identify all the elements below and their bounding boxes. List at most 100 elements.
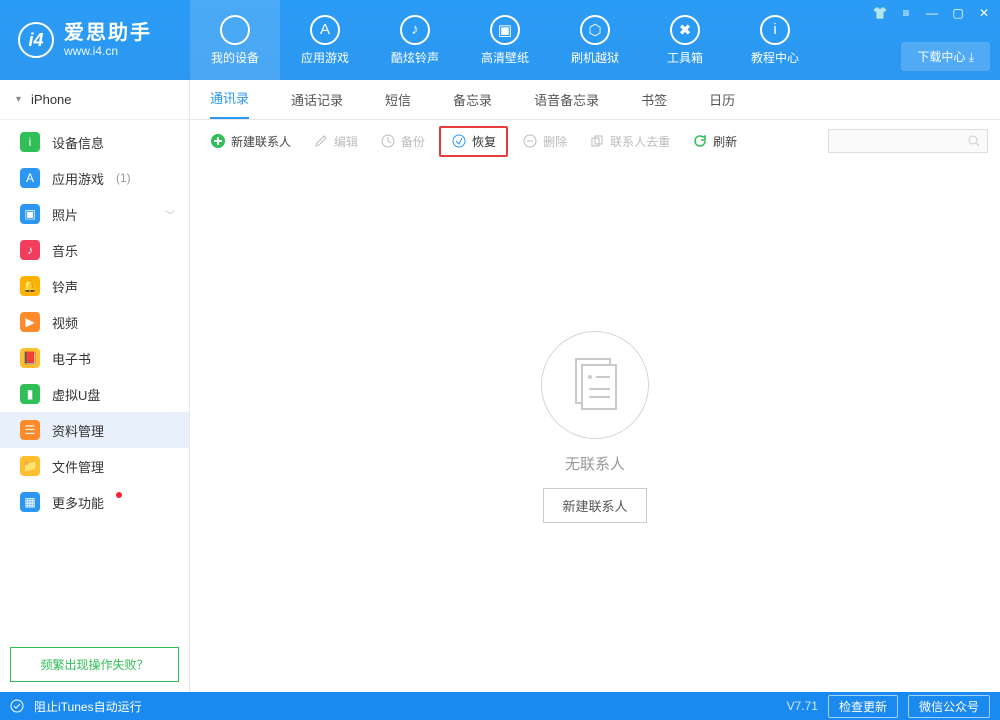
edit-button[interactable]: 编辑	[305, 129, 366, 154]
plus-icon	[210, 133, 226, 149]
sidebar-item-icon: 📁	[20, 456, 40, 476]
sidebar-item-icon: ▦	[20, 492, 40, 512]
top-tab-label: 应用游戏	[301, 49, 349, 66]
sidebar-item-label: 铃声	[52, 277, 78, 296]
edit-label: 编辑	[334, 133, 358, 150]
sidebar-item-label: 视频	[52, 313, 78, 332]
top-tab-3[interactable]: ▣高清壁纸	[460, 0, 550, 80]
sidebar-item-7[interactable]: ▮虚拟U盘	[0, 376, 189, 412]
empty-message: 无联系人	[565, 453, 625, 474]
sidebar-item-2[interactable]: ▣ 照片 ﹀	[0, 196, 189, 232]
app-url: www.i4.cn	[64, 44, 152, 58]
top-tab-icon	[220, 15, 250, 45]
sidebar-item-3[interactable]: ♪音乐	[0, 232, 189, 268]
sidebar-item-label: 资料管理	[52, 421, 104, 440]
wechat-button[interactable]: 微信公众号	[908, 695, 990, 718]
sidebar-item-label: 照片	[52, 205, 78, 224]
sidebar-item-icon: ☰	[20, 420, 40, 440]
top-tab-5[interactable]: ✖ 工具箱	[640, 0, 730, 80]
sidebar-item-6[interactable]: 📕 电子书	[0, 340, 189, 376]
subtab-2[interactable]: 短信	[385, 90, 411, 119]
restore-label: 恢复	[472, 133, 496, 150]
delete-button[interactable]: 删除	[514, 129, 575, 154]
sidebar-item-label: 电子书	[52, 349, 91, 368]
search-input[interactable]	[828, 129, 988, 153]
sidebar-item-10[interactable]: ▦ 更多功能	[0, 484, 189, 520]
device-selector[interactable]: iPhone	[0, 80, 189, 120]
sidebar-item-label: 音乐	[52, 241, 78, 260]
empty-contacts-icon	[541, 331, 649, 439]
logo-icon: i4	[18, 22, 54, 58]
new-contact-label: 新建联系人	[231, 133, 291, 150]
delete-label: 删除	[543, 133, 567, 150]
minimize-button[interactable]: —	[922, 4, 942, 22]
search-icon	[967, 134, 981, 148]
help-link[interactable]: 频繁出现操作失败？	[10, 647, 179, 682]
subtab-5[interactable]: 书签	[641, 90, 667, 119]
top-tab-icon: ⬡	[580, 15, 610, 45]
backup-label: 备份	[401, 133, 425, 150]
top-tab-1[interactable]: A 应用游戏	[280, 0, 370, 80]
dedup-button[interactable]: 联系人去重	[581, 129, 678, 154]
sidebar-item-icon: ▣	[20, 204, 40, 224]
sidebar-item-0[interactable]: i 设备信息	[0, 124, 189, 160]
subtab-3[interactable]: 备忘录	[453, 90, 492, 119]
sidebar-item-label: 虚拟U盘	[52, 385, 100, 404]
sidebar-item-icon: 📕	[20, 348, 40, 368]
sidebar-item-icon: ▶	[20, 312, 40, 332]
sidebar-item-4[interactable]: 🔔 铃声	[0, 268, 189, 304]
sidebar-item-label: 应用游戏	[52, 169, 104, 188]
backup-button[interactable]: 备份	[372, 129, 433, 154]
delete-icon	[522, 133, 538, 149]
top-tab-icon: i	[760, 15, 790, 45]
app-title: 爱思助手	[64, 22, 152, 44]
top-tab-6[interactable]: i教程中心	[730, 0, 820, 80]
download-center-button[interactable]: 下载中心 ⤓	[901, 42, 990, 71]
restore-icon	[451, 133, 467, 149]
dedup-icon	[589, 133, 605, 149]
sidebar-item-icon: A	[20, 168, 40, 188]
version-label: V7.71	[787, 699, 818, 713]
subtab-0[interactable]: 通讯录	[210, 88, 249, 119]
subtab-6[interactable]: 日历	[709, 90, 735, 119]
top-tab-label: 工具箱	[667, 49, 703, 66]
close-button[interactable]: ✕	[974, 4, 994, 22]
new-contact-button[interactable]: 新建联系人	[202, 129, 299, 154]
top-tab-label: 酷炫铃声	[391, 49, 439, 66]
sidebar-item-1[interactable]: A 应用游戏 (1)	[0, 160, 189, 196]
sidebar-item-label: 设备信息	[52, 133, 104, 152]
empty-new-contact-button[interactable]: 新建联系人	[543, 488, 646, 523]
check-update-button[interactable]: 检查更新	[828, 695, 898, 718]
restore-button[interactable]: 恢复	[439, 126, 508, 157]
refresh-label: 刷新	[713, 133, 737, 150]
sidebar-item-8[interactable]: ☰ 资料管理	[0, 412, 189, 448]
skin-button[interactable]: 👕	[870, 4, 890, 22]
pencil-icon	[313, 133, 329, 149]
backup-icon	[380, 133, 396, 149]
refresh-button[interactable]: 刷新	[684, 129, 745, 154]
chevron-down-icon: ﹀	[165, 207, 175, 222]
logo: i4 爱思助手 www.i4.cn	[0, 22, 190, 58]
check-icon	[10, 699, 24, 713]
dedup-label: 联系人去重	[610, 133, 670, 150]
subtab-4[interactable]: 语音备忘录	[534, 90, 599, 119]
top-tab-icon: ▣	[490, 15, 520, 45]
subtab-1[interactable]: 通话记录	[291, 90, 343, 119]
top-tab-icon: A	[310, 15, 340, 45]
top-tab-0[interactable]: 我的设备	[190, 0, 280, 80]
sidebar-item-icon: 🔔	[20, 276, 40, 296]
top-tab-label: 我的设备	[211, 49, 259, 66]
sidebar-item-label: 更多功能	[52, 493, 104, 512]
maximize-button[interactable]: ▢	[948, 4, 968, 22]
menu-button[interactable]: ≡	[896, 4, 916, 22]
sidebar-item-icon: i	[20, 132, 40, 152]
top-tab-4[interactable]: ⬡刷机越狱	[550, 0, 640, 80]
itunes-toggle[interactable]: 阻止iTunes自动运行	[34, 698, 142, 715]
top-tab-2[interactable]: ♪ 酷炫铃声	[370, 0, 460, 80]
sidebar-item-5[interactable]: ▶ 视频	[0, 304, 189, 340]
sidebar-item-badge: (1)	[116, 171, 131, 185]
sidebar-item-label: 文件管理	[52, 457, 104, 476]
top-tab-icon: ✖	[670, 15, 700, 45]
sidebar-item-9[interactable]: 📁 文件管理	[0, 448, 189, 484]
top-tab-icon: ♪	[400, 15, 430, 45]
